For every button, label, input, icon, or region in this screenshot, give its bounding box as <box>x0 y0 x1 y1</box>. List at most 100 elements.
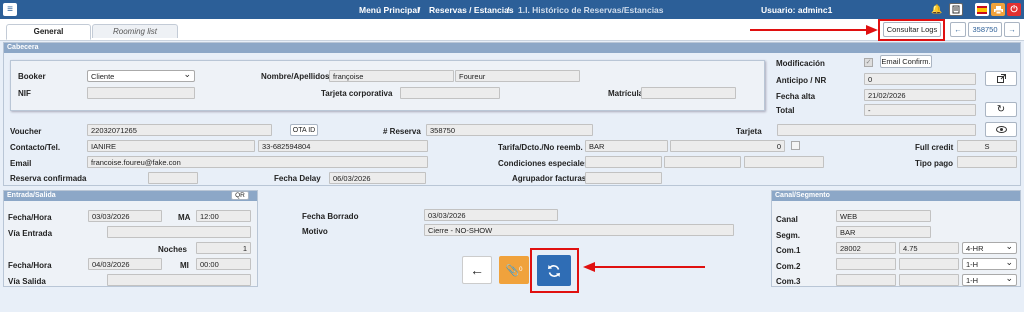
tipo-pago-label: Tipo pago <box>915 159 954 168</box>
restore-button[interactable] <box>537 255 571 286</box>
next-reservation-button[interactable]: → <box>1004 22 1020 37</box>
entrada-salida-panel: Entrada/Salida <box>3 190 258 287</box>
nombre-label: Nombre/Apellidos <box>261 72 330 81</box>
tarifa-field: BAR <box>585 140 668 152</box>
spain-flag-icon[interactable] <box>975 3 989 16</box>
breadcrumb-reservas[interactable]: Reservas / Estancias <box>429 5 514 15</box>
com3-code-field[interactable] <box>836 274 896 286</box>
bell-icon[interactable]: 🔔 <box>930 3 944 16</box>
no-reemb-checkbox[interactable] <box>791 141 800 150</box>
ma-label: MA <box>178 213 191 222</box>
notes-icon[interactable] <box>949 3 963 16</box>
fecha-alta-label: Fecha alta <box>776 92 816 101</box>
matricula-label: Matrícula <box>608 89 644 98</box>
canal-segmento-panel: Canal/Segmento <box>771 190 1021 287</box>
fecha-entrada-field[interactable]: 03/03/2026 <box>88 210 162 222</box>
anticipo-field: 0 <box>864 73 976 85</box>
arrow-left-icon: ← <box>470 262 484 278</box>
via-salida-label: Vía Salida <box>8 277 46 286</box>
attachments-count: 0 <box>519 267 523 273</box>
back-button[interactable]: ← <box>462 256 492 284</box>
booker-select[interactable]: Cliente <box>87 69 195 82</box>
segm-field[interactable]: BAR <box>836 226 931 238</box>
com1-value-field[interactable]: 4.75 <box>899 242 959 254</box>
ota-id-button[interactable]: OTA ID <box>290 124 318 136</box>
voucher-field[interactable]: 22032071265 <box>87 124 272 136</box>
com3-label: Com.3 <box>776 277 801 286</box>
telefono-field[interactable]: 33-682594804 <box>258 140 428 152</box>
menu-icon[interactable]: ≡ <box>3 3 17 16</box>
top-bar: ≡ Menú Principal / Reservas / Estancias … <box>0 0 1024 19</box>
com1-code-field[interactable]: 28002 <box>836 242 896 254</box>
motivo-field: Cierre - NO-SHOW <box>424 224 734 236</box>
reserva-field: 358750 <box>426 124 593 136</box>
modificacion-checkbox[interactable]: ✓ <box>864 58 873 67</box>
breadcrumb-sep: / <box>507 5 510 15</box>
tipo-pago-field[interactable] <box>957 156 1017 168</box>
email-confirm-button[interactable]: Email Confirm. <box>880 55 932 68</box>
total-field: - <box>864 104 976 116</box>
user-label: Usuario: adminc1 <box>761 5 833 15</box>
agrupador-field[interactable] <box>585 172 662 184</box>
tab-general[interactable]: General <box>6 24 91 40</box>
reserva-confirmada-label: Reserva confirmada <box>10 174 87 183</box>
matricula-field[interactable] <box>641 87 736 99</box>
tarjeta-field[interactable] <box>777 124 976 136</box>
breadcrumb-sep: / <box>418 5 421 15</box>
fecha-borrado-label: Fecha Borrado <box>302 212 359 221</box>
com3-select[interactable]: 1-H <box>962 273 1017 286</box>
consultar-logs-button[interactable]: Consultar Logs <box>883 22 941 37</box>
tarifa-label: Tarifa/Dcto./No reemb. <box>498 143 583 152</box>
nombre-field[interactable]: françoise <box>329 70 454 82</box>
email-label: Email <box>10 159 32 168</box>
hora-entrada-field[interactable]: 12:00 <box>196 210 251 222</box>
condiciones-field-2[interactable] <box>664 156 741 168</box>
printer-icon[interactable] <box>991 3 1005 16</box>
hora-salida-field[interactable]: 00:00 <box>196 258 251 270</box>
canal-field[interactable]: WEB <box>836 210 931 222</box>
tarjeta-label: Tarjeta <box>736 127 762 136</box>
fecha-borrado-field: 03/03/2026 <box>424 209 558 221</box>
agrupador-label: Agrupador facturas <box>512 174 587 183</box>
fecha-delay-field[interactable]: 06/03/2026 <box>329 172 426 184</box>
apellidos-field[interactable]: Foureur <box>455 70 580 82</box>
tab-rooming-list[interactable]: Rooming list <box>92 24 178 38</box>
reserva-confirmada-field <box>148 172 198 184</box>
tarjeta-corp-field[interactable] <box>400 87 500 99</box>
cabecera-title: Cabecera <box>4 43 1020 53</box>
canal-label: Canal <box>776 215 798 224</box>
com1-select[interactable]: 4-HR <box>962 241 1017 254</box>
motivo-label: Motivo <box>302 227 328 236</box>
noches-field[interactable]: 1 <box>196 242 251 254</box>
com2-value-field[interactable] <box>899 258 959 270</box>
reservation-number: 358750 <box>968 22 1002 37</box>
via-salida-field[interactable] <box>107 274 251 286</box>
condiciones-field-1[interactable] <box>585 156 662 168</box>
condiciones-field-3[interactable] <box>744 156 824 168</box>
eye-icon[interactable] <box>985 122 1017 137</box>
via-entrada-field[interactable] <box>107 226 251 238</box>
breadcrumb-menu-principal[interactable]: Menú Principal <box>359 5 419 15</box>
email-field[interactable]: francoise.foureu@fake.con <box>87 156 428 168</box>
tarjeta-corp-label: Tarjeta corporativa <box>321 89 393 98</box>
com3-value-field[interactable] <box>899 274 959 286</box>
qr-button[interactable]: QR <box>231 191 249 200</box>
via-entrada-label: Vía Entrada <box>8 229 53 238</box>
com2-label: Com.2 <box>776 262 801 271</box>
external-link-icon[interactable] <box>985 71 1017 86</box>
modificacion-label: Modificación <box>776 59 825 68</box>
com2-select[interactable]: 1-H <box>962 257 1017 270</box>
booker-label: Booker <box>18 72 46 81</box>
nif-field[interactable] <box>87 87 195 99</box>
refresh-total-icon[interactable]: ↻ <box>985 102 1017 117</box>
annotation-arrow <box>750 29 870 31</box>
fecha-salida-field[interactable]: 04/03/2026 <box>88 258 162 270</box>
attachments-button[interactable]: 📎 0 <box>499 256 529 284</box>
prev-reservation-button[interactable]: ← <box>950 22 966 37</box>
contacto-field[interactable]: IANIRE <box>87 140 255 152</box>
refresh-icon <box>548 264 560 277</box>
com2-code-field[interactable] <box>836 258 896 270</box>
power-icon[interactable]: ⏻ <box>1007 3 1021 16</box>
full-credit-field: S <box>957 140 1017 152</box>
contacto-label: Contacto/Tel. <box>10 143 61 152</box>
